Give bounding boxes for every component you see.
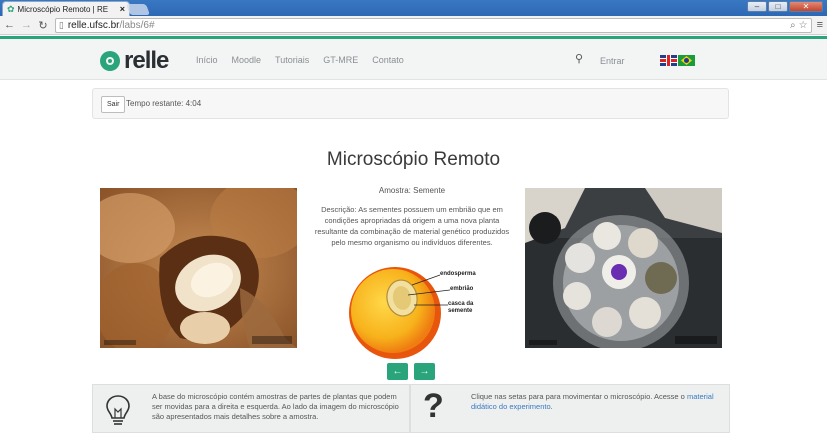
move-right-button[interactable]: → — [414, 363, 435, 380]
url-path: /labs/6# — [119, 19, 155, 31]
address-bar[interactable]: ▯ relle.ufsc.br /labs/6# ⌕ ☆ — [54, 17, 812, 33]
browser-tabstrip: ✿ Microscópio Remoto | RE × – □ ✕ — [0, 0, 827, 16]
main-nav: Início Moodle Tutoriais GT-MRE Contato — [196, 55, 404, 65]
login-link[interactable]: Entrar — [600, 56, 625, 66]
move-left-button[interactable]: ← — [387, 363, 408, 380]
relle-favicon-icon: ✿ — [7, 3, 15, 14]
back-arrow-icon[interactable]: ← — [4, 19, 15, 31]
lightbulb-icon — [106, 395, 130, 425]
nav-item-tutoriais[interactable]: Tutoriais — [275, 55, 309, 65]
window-controls: – □ ✕ — [747, 1, 823, 12]
nav-item-gt-mre[interactable]: GT-MRE — [323, 55, 358, 65]
diagram-label-embriao: embrião — [450, 286, 474, 292]
close-window-button[interactable]: ✕ — [789, 1, 823, 12]
sample-description: Descrição: As sementes possuem um embriã… — [314, 205, 510, 247]
sample-label: Amostra: Semente — [378, 186, 446, 195]
seed-diagram: endosperma embrião casca da semente — [340, 265, 500, 363]
logo-text: relle — [124, 47, 169, 74]
time-remaining: Tempo restante: 4:04 — [126, 99, 202, 108]
help-text-container: Clique nas setas para para movimentar o … — [471, 392, 727, 412]
page-title: Microscópio Remoto — [326, 149, 501, 170]
help-text: Clique nas setas para para movimentar o … — [471, 392, 685, 401]
browser-toolbar: ← → ↻ ▯ relle.ufsc.br /labs/6# ⌕ ☆ ≡ — [0, 16, 827, 35]
url-host: relle.ufsc.br — [67, 19, 120, 31]
relle-logo[interactable]: relle — [100, 47, 169, 75]
diagram-label-endosperma: endosperma — [440, 271, 476, 277]
new-tab-button[interactable] — [125, 4, 151, 15]
help-box: ? Clique nas setas para para movimentar … — [410, 384, 730, 433]
brazil-flag-icon[interactable] — [678, 55, 695, 66]
session-bar: Sair Tempo restante: 4:04 — [92, 88, 729, 119]
tip-box: A base do microscópio contém amostras de… — [92, 384, 410, 433]
minimize-button[interactable]: – — [747, 1, 767, 12]
microscope-image — [100, 188, 297, 348]
maximize-button[interactable]: □ — [768, 1, 788, 12]
exit-button[interactable]: Sair — [101, 96, 126, 113]
nav-item-contato[interactable]: Contato — [372, 55, 404, 65]
search-icon[interactable]: ⚲ — [575, 52, 583, 65]
site-header: relle Início Moodle Tutoriais GT-MRE Con… — [0, 36, 827, 80]
forward-arrow-icon[interactable]: → — [21, 19, 32, 31]
diagram-label-casca: casca da semente — [448, 301, 474, 314]
reload-icon[interactable]: ↻ — [38, 19, 48, 32]
question-mark-icon: ? — [423, 387, 444, 425]
browser-tab[interactable]: ✿ Microscópio Remoto | RE × — [2, 1, 130, 16]
zoom-icon[interactable]: ⌕ — [790, 20, 796, 31]
browser-menu-icon[interactable]: ≡ — [817, 19, 823, 31]
tip-text: A base do microscópio contém amostras de… — [152, 392, 399, 421]
english-flag-icon[interactable] — [660, 55, 677, 66]
tab-close-icon[interactable]: × — [120, 4, 125, 14]
page-icon: ▯ — [58, 19, 64, 30]
help-suffix: . — [550, 402, 553, 411]
nav-item-moodle[interactable]: Moodle — [232, 55, 262, 65]
tab-title: Microscópio Remoto | RE — [17, 4, 109, 14]
bookmark-star-icon[interactable]: ☆ — [799, 20, 808, 31]
camera-image — [525, 188, 722, 348]
relle-logo-icon — [100, 51, 120, 71]
nav-item-inicio[interactable]: Início — [196, 55, 218, 65]
